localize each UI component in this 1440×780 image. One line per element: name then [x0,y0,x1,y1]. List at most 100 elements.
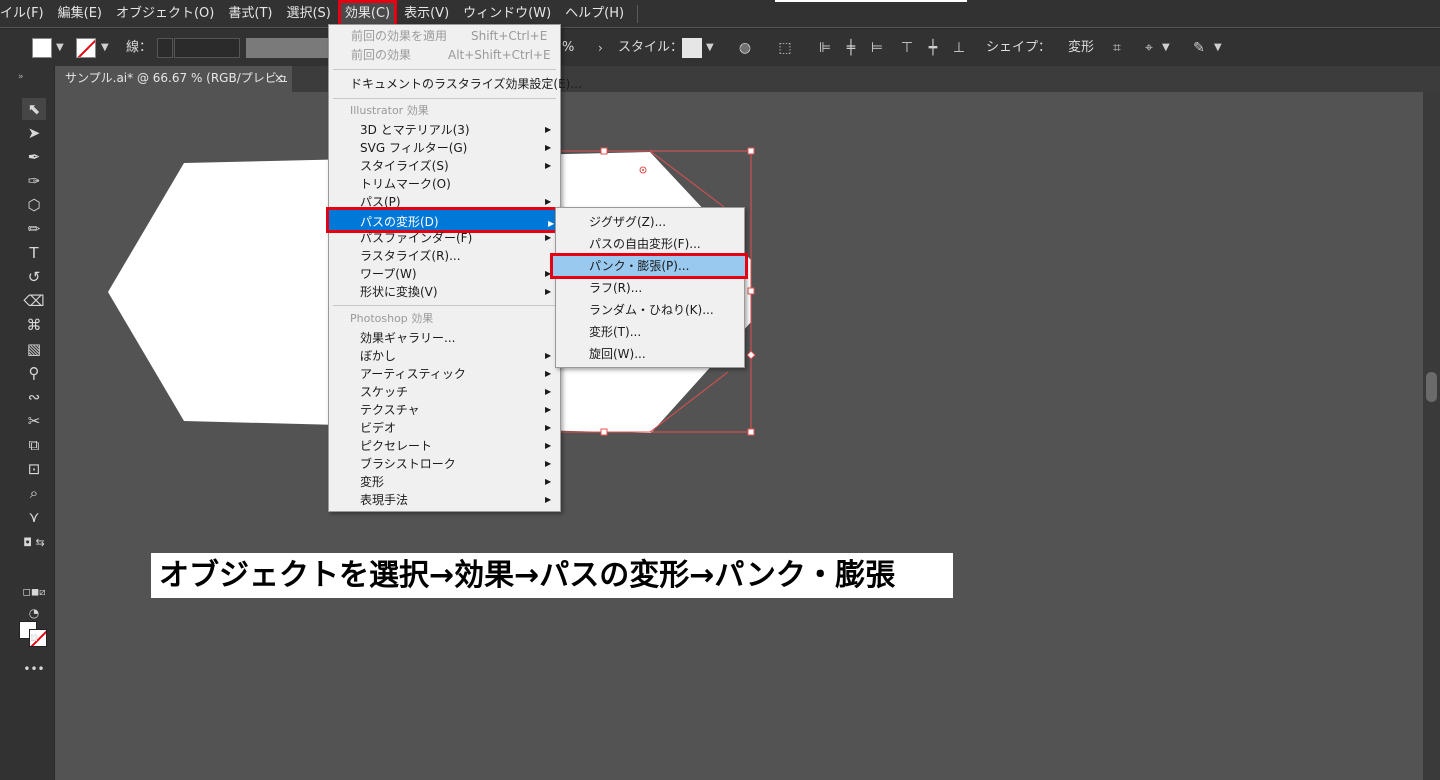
align-vcenter-icon[interactable]: ┿ [924,39,942,57]
shaper-tool-icon[interactable]: ✏ [22,218,46,240]
submenu-tweak[interactable]: ランダム・ひねり(K)... [556,299,744,321]
menu-item-convert-to-shape[interactable]: 形状に変換(V) ▶ [329,283,560,301]
direct-selection-tool-icon[interactable]: ➤ [22,122,46,144]
align-top-icon[interactable]: ⊤ [898,39,916,57]
title-highlight [775,0,967,2]
scissors-tool-icon[interactable]: ✂ [22,410,46,432]
menu-help[interactable]: ヘルプ(H) [558,0,631,27]
menu-item-brush-strokes[interactable]: ブラシストローク ▶ [329,455,560,473]
pen-tool-icon[interactable]: ✒ [22,146,46,168]
menu-item-stylize[interactable]: スタイライズ(S) ▶ [329,157,560,175]
gradient-tool-icon[interactable]: ▧ [22,338,46,360]
align-left-icon[interactable]: ⊫ [816,39,834,57]
align-right-icon[interactable]: ⊨ [868,39,886,57]
menu-header-photoshop: Photoshop 効果 [350,312,434,325]
menu-file[interactable]: イル(F) [0,0,51,27]
align-to-icon[interactable]: ⬚ [776,39,794,57]
eraser-tool-icon[interactable]: ⌫ [22,290,46,312]
draw-mode-icon[interactable]: ◔ [22,602,46,624]
menu-item-rasterize[interactable]: ラスタライズ(R)... [329,247,560,265]
width-tool-icon[interactable]: ⋎ [22,506,46,528]
puppet-warp-icon[interactable]: ✎ [1190,39,1208,57]
stroke-weight-field[interactable] [174,38,240,58]
variable-width-profile[interactable] [246,38,328,58]
menu-window[interactable]: ウィンドウ(W) [456,0,558,27]
screen-mode-icon[interactable]: ⧈ [22,626,46,648]
eyedropper-tool-icon[interactable]: ⚲ [22,362,46,384]
menu-item-svg-filter[interactable]: SVG フィルター(G) ▶ [329,139,560,157]
vertical-scroll-thumb[interactable] [1426,372,1437,402]
fill-swatch[interactable] [32,38,52,58]
menu-separator [333,305,556,306]
menu-item-video[interactable]: ビデオ ▶ [329,419,560,437]
transform-bounds-icon[interactable]: ⌗ [1108,39,1126,57]
isolate-icon[interactable]: ⌖ [1140,39,1158,57]
more-options-icon[interactable]: ▼ [1214,38,1222,58]
type-tool-icon[interactable]: T [22,242,46,264]
rotate-tool-icon[interactable]: ↺ [22,266,46,288]
shape-label[interactable]: シェイプ： [986,38,1051,58]
menu-type[interactable]: 書式(T) [221,0,279,27]
submenu-free-distort[interactable]: パスの自由変形(F)... [556,233,744,255]
stroke-dropdown-icon[interactable]: ▼ [101,38,109,58]
shape-builder-tool-icon[interactable]: ⧉ [22,434,46,456]
menu-item-distort[interactable]: 変形 ▶ [329,473,560,491]
color-mode-icons[interactable]: ◻◼⧄ [22,582,46,604]
menu-effect[interactable]: 効果(C) [337,0,398,27]
menu-bar: イル(F) 編集(E) オブジェクト(O) 書式(T) 選択(S) 効果(C) … [0,0,1440,27]
submenu-twist[interactable]: 旋回(W)... [556,343,744,365]
align-hcenter-icon[interactable]: ╪ [842,39,860,57]
tools-panel: » ⬉ ➤ ✒ ✑ ⬡ ✏ T ↺ ⌫ ⌘ ▧ ⚲ ∾ ✂ ⧉ ⊡ ⌕ ⋎ ◘ … [0,66,55,780]
submenu-pucker-bloat[interactable]: パンク・膨張(P)... [550,253,748,279]
menu-separator [333,98,556,99]
menu-item-artistic[interactable]: アーティスティック ▶ [329,365,560,383]
fill-dropdown-icon[interactable]: ▼ [56,38,64,58]
opacity-arrow-icon[interactable]: › [598,38,603,58]
more-tools-icon[interactable]: ••• [22,658,46,680]
menu-item-stylize-ps[interactable]: 表現手法 ▶ [329,491,560,509]
instruction-caption: オブジェクトを選択→効果→パスの変形→パンク・膨張 [151,553,953,598]
zoom-tool-icon[interactable]: ⌕ [22,482,46,504]
document-tab[interactable]: サンプル.ai* @ 66.67 % (RGB/プレビュー) × [55,66,292,109]
artboard-canvas[interactable] [55,92,1423,780]
menu-edit[interactable]: 編集(E) [51,0,109,27]
menu-last-effect: 前回の効果 Alt+Shift+Ctrl+E [351,48,551,62]
menu-item-warp[interactable]: ワープ(W) ▶ [329,265,560,283]
transform-link[interactable]: 変形 [1068,38,1094,58]
stroke-weight-stepper[interactable] [157,38,173,58]
menu-item-sketch[interactable]: スケッチ ▶ [329,383,560,401]
puppet-warp-tool-icon[interactable]: ⌘ [22,314,46,336]
vertical-scrollbar[interactable] [1423,92,1440,780]
submenu-transform[interactable]: 変形(T)... [556,321,744,343]
menu-item-pixelate[interactable]: ピクセレート ▶ [329,437,560,455]
menu-view[interactable]: 表示(V) [397,0,456,27]
artboard-tool-icon[interactable]: ⊡ [22,458,46,480]
close-tab-icon[interactable]: × [274,66,284,90]
style-swatch[interactable] [682,38,702,58]
style-label: スタイル： [618,40,684,55]
menu-raster-settings[interactable]: ドキュメントのラスタライズ効果設定(E)... [329,75,582,93]
menu-item-blur[interactable]: ぼかし ▶ [329,347,560,365]
menu-item-trim-marks[interactable]: トリムマーク(O) [329,175,560,193]
recolor-icon[interactable]: ◍ [736,39,754,57]
align-bottom-icon[interactable]: ⊥ [950,39,968,57]
isolate-dropdown-icon[interactable]: ▼ [1162,38,1170,58]
selection-tool-icon[interactable]: ⬉ [22,98,46,120]
submenu-roughen[interactable]: ラフ(R)... [556,277,744,299]
polygon-tool-icon[interactable]: ⬡ [22,194,46,216]
menu-item-texture[interactable]: テクスチャ ▶ [329,401,560,419]
submenu-zigzag[interactable]: ジグザグ(Z)... [556,211,744,233]
default-colors-icon[interactable]: ◘ ⇆ [22,532,46,554]
menu-object[interactable]: オブジェクト(O) [109,0,221,27]
curvature-tool-icon[interactable]: ✑ [22,170,46,192]
style-dropdown-icon[interactable]: ▼ [706,38,714,58]
blend-tool-icon[interactable]: ∾ [22,386,46,408]
menu-item-3d[interactable]: 3D とマテリアル(3) ▶ [329,121,560,139]
menu-item-pathfinder[interactable]: パスファインダー(F) ▶ [329,229,560,247]
menu-item-effect-gallery[interactable]: 効果ギャラリー... [329,329,560,347]
panel-grip-icon[interactable]: » [18,72,24,82]
stroke-swatch[interactable] [76,38,96,58]
menu-apply-last-effect: 前回の効果を適用 Shift+Ctrl+E [351,29,548,43]
opacity-value[interactable]: % [562,38,574,58]
menu-select[interactable]: 選択(S) [279,0,337,27]
